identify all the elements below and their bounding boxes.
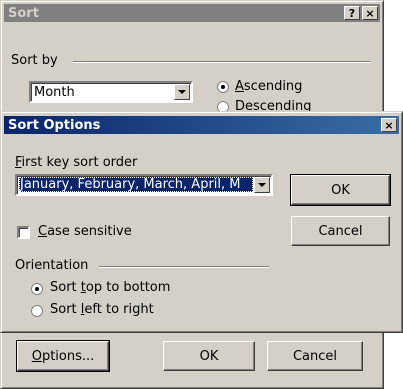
close-icon[interactable]: × bbox=[381, 118, 397, 132]
first-key-value: January, February, March, April, M bbox=[19, 177, 253, 192]
sort-options-dialog: Sort Options × First key sort order Janu… bbox=[0, 111, 403, 333]
sort-dialog-titlebar: Sort ? × bbox=[4, 4, 380, 22]
case-sensitive-checkbox[interactable] bbox=[17, 226, 30, 239]
top-to-bottom-label: Sort top to bottom bbox=[50, 280, 171, 295]
ascending-radio[interactable] bbox=[217, 81, 229, 93]
top-to-bottom-radio[interactable] bbox=[31, 283, 43, 295]
sort-dialog-title: Sort bbox=[8, 5, 39, 21]
left-to-right-radio[interactable] bbox=[31, 305, 43, 317]
left-to-right-label: Sort left to right bbox=[50, 302, 154, 317]
close-icon[interactable]: × bbox=[362, 6, 378, 20]
sort-options-titlebar: Sort Options × bbox=[4, 116, 399, 134]
ascending-label: Ascending bbox=[235, 79, 303, 94]
sort-by-label: Sort by bbox=[11, 53, 58, 68]
chevron-down-icon[interactable] bbox=[174, 84, 190, 100]
first-key-label: First key sort order bbox=[15, 155, 138, 170]
help-icon[interactable]: ? bbox=[344, 6, 360, 20]
sort-ok-button[interactable]: OK bbox=[163, 341, 255, 371]
chevron-down-icon[interactable] bbox=[254, 177, 270, 193]
orientation-label: Orientation bbox=[15, 258, 89, 273]
case-sensitive-label: Case sensitive bbox=[38, 224, 132, 239]
first-key-combo[interactable]: January, February, March, April, M bbox=[15, 174, 273, 196]
sort-cancel-button[interactable]: Cancel bbox=[267, 341, 363, 371]
options-ok-button[interactable]: OK bbox=[290, 174, 391, 206]
options-cancel-button[interactable]: Cancel bbox=[291, 216, 390, 246]
sort-by-combo[interactable]: Month bbox=[29, 81, 193, 103]
sort-by-value: Month bbox=[34, 85, 75, 100]
sort-by-group-line bbox=[73, 61, 371, 63]
sort-options-title: Sort Options bbox=[8, 117, 101, 133]
options-button[interactable]: Options... bbox=[16, 340, 110, 372]
orientation-group-line bbox=[99, 266, 269, 268]
